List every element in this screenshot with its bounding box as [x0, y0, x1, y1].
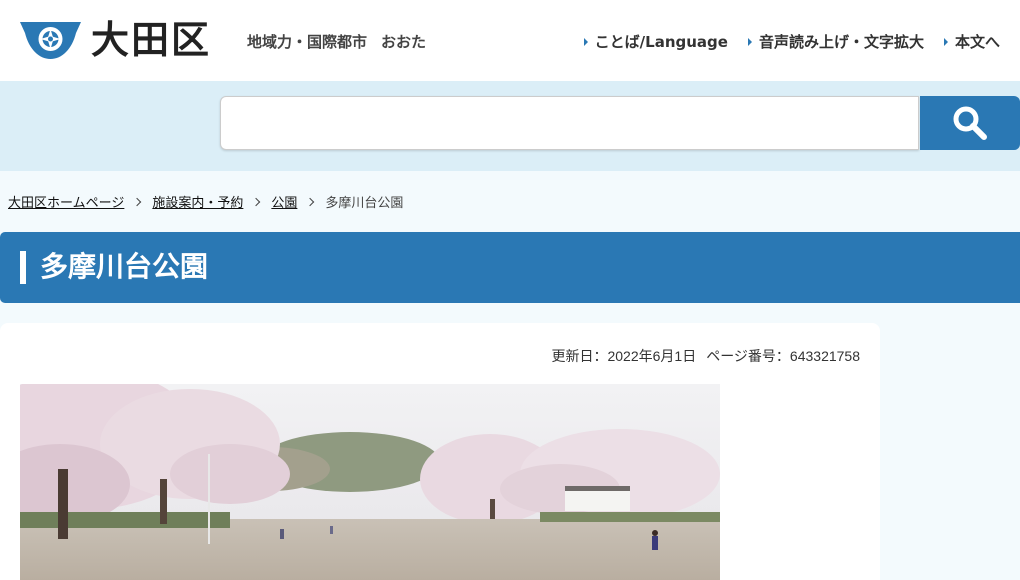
- skip-to-content-link[interactable]: 本文へ: [943, 31, 1000, 52]
- updated-date: 更新日：2022年6月1日: [551, 348, 697, 364]
- skip-to-content-label: 本文へ: [954, 33, 1000, 51]
- tagline-sub: おおた: [381, 33, 427, 51]
- site-header: 大田区 地域力・国際都市 おおた ことば/Language 音声読み上げ・文字拡大…: [0, 0, 1020, 81]
- logo-text: 大田区: [91, 18, 212, 62]
- utility-nav: ことば/Language 音声読み上げ・文字拡大 本文へ: [564, 31, 1000, 52]
- park-photo: [20, 384, 720, 580]
- chevron-right-icon: [306, 197, 315, 206]
- search-icon: [953, 106, 987, 140]
- search-button[interactable]: [920, 96, 1020, 150]
- search-input[interactable]: [220, 96, 919, 150]
- page-meta: 更新日：2022年6月1日 ページ番号：643321758: [551, 346, 860, 366]
- breadcrumb-current: 多摩川台公園: [325, 195, 404, 210]
- accessibility-link[interactable]: 音声読み上げ・文字拡大: [747, 31, 924, 52]
- chevron-right-icon: [943, 37, 948, 46]
- search-band: [0, 81, 1020, 171]
- site-logo-link[interactable]: 大田区: [20, 19, 211, 61]
- chevron-right-icon: [747, 37, 752, 46]
- chevron-right-icon: [133, 197, 142, 206]
- tagline-main: 地域力・国際都市: [247, 33, 368, 51]
- breadcrumb: 大田区ホームページ 施設案内・予約 公園 多摩川台公園: [8, 192, 403, 211]
- title-accent-bar: [20, 251, 26, 284]
- chevron-right-icon: [252, 197, 261, 206]
- page-title-bar: 多摩川台公園: [0, 232, 1020, 303]
- cherry-blossom-park-image: [20, 384, 720, 580]
- language-link[interactable]: ことば/Language: [583, 31, 728, 52]
- breadcrumb-link-parks[interactable]: 公園: [271, 192, 297, 211]
- language-link-label: ことば/Language: [594, 33, 728, 51]
- chevron-right-icon: [583, 37, 588, 46]
- accessibility-link-label: 音声読み上げ・文字拡大: [758, 33, 924, 51]
- content-card: 更新日：2022年6月1日 ページ番号：643321758: [0, 323, 880, 580]
- breadcrumb-link-facilities[interactable]: 施設案内・予約: [152, 192, 243, 211]
- breadcrumb-link-home[interactable]: 大田区ホームページ: [8, 192, 124, 211]
- page-number: ページ番号：643321758: [706, 348, 860, 364]
- page-title: 多摩川台公園: [40, 250, 209, 283]
- site-tagline: 地域力・国際都市 おおた: [247, 31, 426, 52]
- city-emblem-icon: [20, 22, 81, 59]
